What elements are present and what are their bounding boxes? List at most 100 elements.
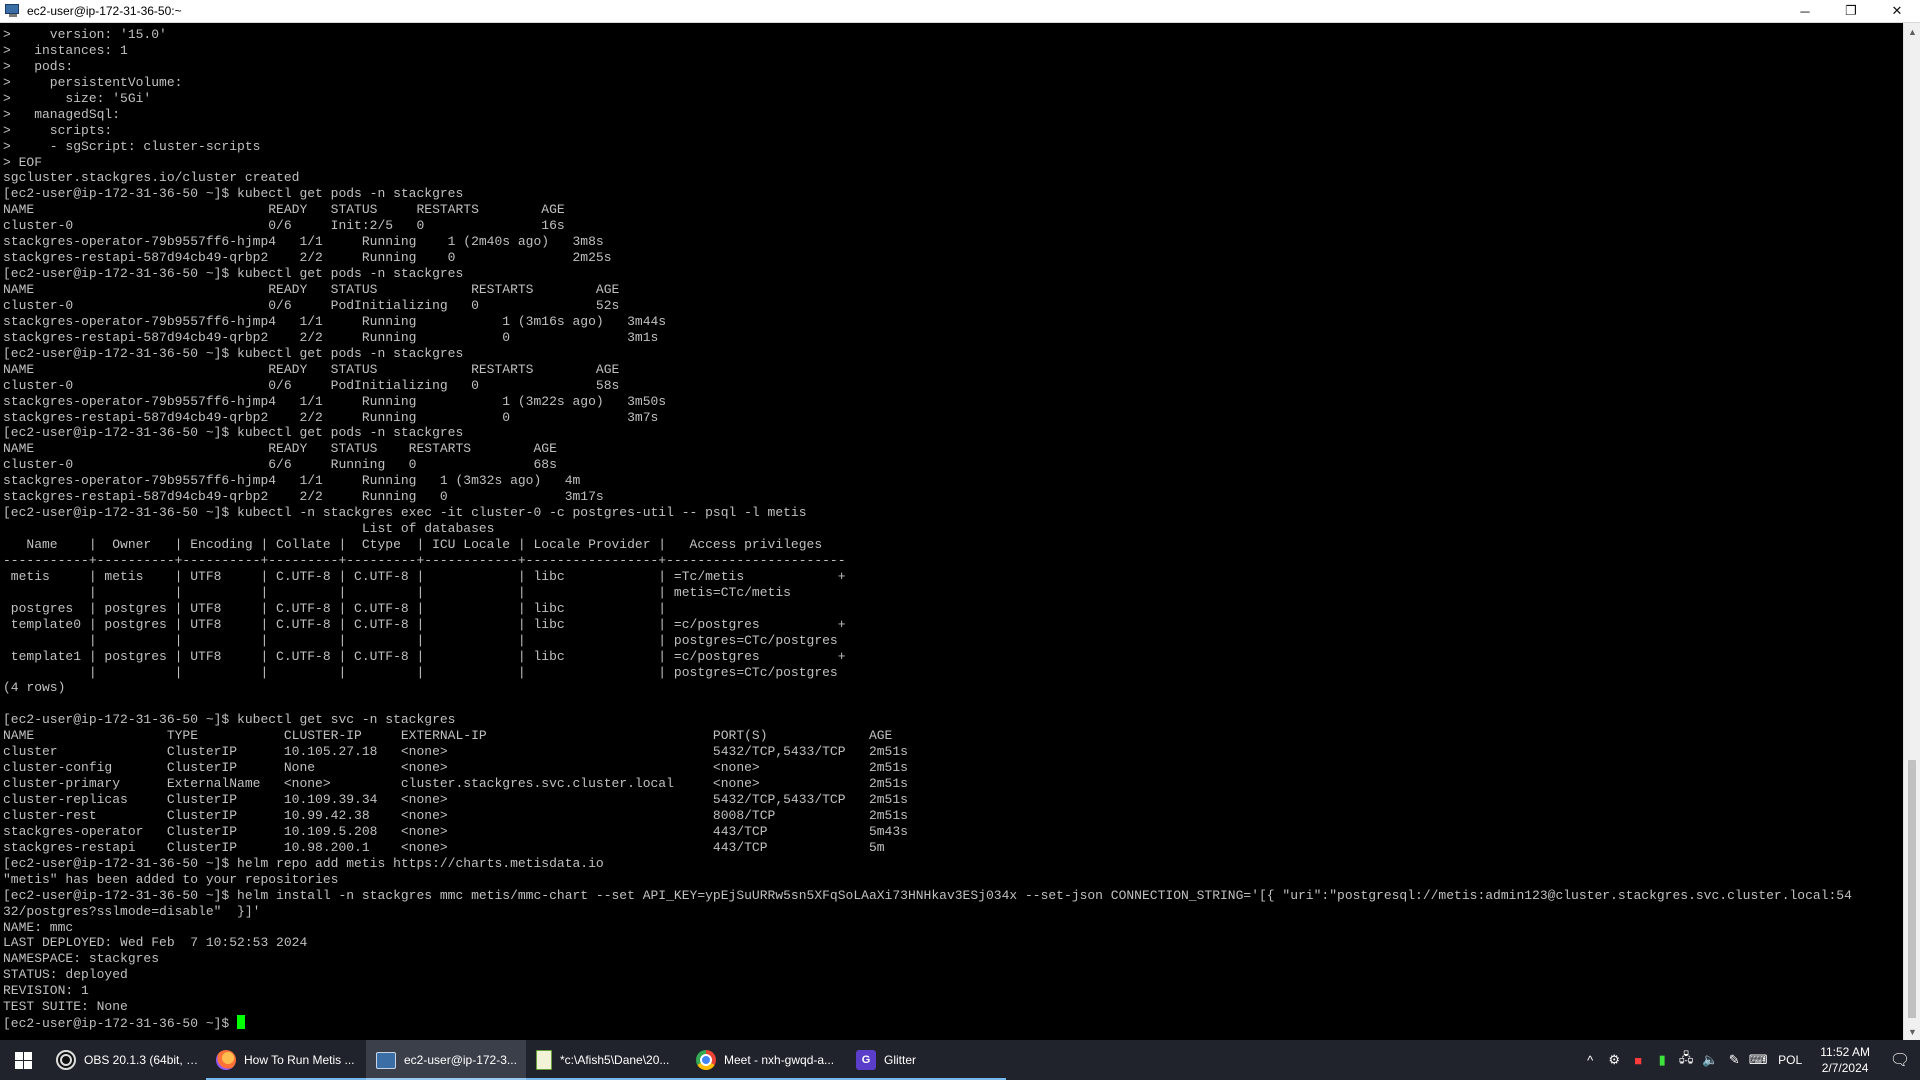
clock-date: 2/7/2024 (1821, 1061, 1869, 1075)
terminal-line: [ec2-user@ip-172-31-36-50 ~]$ kubectl ge… (3, 712, 456, 728)
terminal-line: sgcluster.stackgres.io/cluster created (3, 170, 300, 186)
terminal-line: (4 rows) (3, 680, 66, 696)
start-button[interactable] (0, 1040, 46, 1080)
terminal-line: cluster-0 0/6 PodInitializing 0 58s (3, 377, 620, 393)
terminal-line: metis | metis | UTF8 | C.UTF-8 | C.UTF-8… (3, 568, 846, 584)
taskbar-item-label: How To Run Metis ... (244, 1053, 355, 1067)
terminal-line: stackgres-restapi ClusterIP 10.98.200.1 … (3, 839, 885, 855)
terminal-line: TEST SUITE: None (3, 999, 128, 1015)
terminal-line: stackgres-operator-79b9557ff6-hjmp4 1/1 … (3, 234, 604, 250)
terminal-line: template0 | postgres | UTF8 | C.UTF-8 | … (3, 616, 846, 632)
terminal-line: > pods: (3, 58, 74, 74)
terminal-prompt-line[interactable]: [ec2-user@ip-172-31-36-50 ~]$ (3, 1015, 1903, 1031)
battery-icon[interactable]: ▮ (1650, 1040, 1674, 1080)
taskbar-item-glitter[interactable]: G Glitter (846, 1040, 1006, 1080)
taskbar-item-terminal[interactable]: ec2-user@ip-172-3... (366, 1040, 526, 1080)
input-language[interactable]: POL (1770, 1053, 1810, 1067)
terminal-line: stackgres-restapi-587d94cb49-qrbp2 2/2 R… (3, 489, 604, 505)
notepad-icon (536, 1050, 552, 1070)
terminal-line: stackgres-restapi-587d94cb49-qrbp2 2/2 R… (3, 329, 659, 345)
clock[interactable]: 11:52 AM 2/7/2024 (1810, 1044, 1880, 1076)
terminal-line: stackgres-operator-79b9557ff6-hjmp4 1/1 … (3, 473, 581, 489)
close-button[interactable]: ✕ (1874, 0, 1920, 23)
terminal-line: > instances: 1 (3, 42, 128, 58)
terminal-line: cluster-0 0/6 PodInitializing 0 52s (3, 297, 620, 313)
windows-logo-icon (14, 1051, 32, 1069)
scrollbar-thumb[interactable] (1908, 760, 1916, 1018)
terminal-line: stackgres-operator ClusterIP 10.109.5.20… (3, 823, 908, 839)
terminal-line: [ec2-user@ip-172-31-36-50 ~]$ kubectl ge… (3, 266, 464, 282)
terminal-scrollbar[interactable]: ▲ ▼ (1903, 23, 1920, 1040)
terminal-line: | | | | | | | postgres=CTc/postgres (3, 664, 838, 680)
terminal-line: STATUS: deployed (3, 967, 128, 983)
terminal-line: NAMESPACE: stackgres (3, 951, 160, 967)
obs-icon (56, 1050, 76, 1070)
taskbar-item-label: Meet - nxh-gwqd-a... (724, 1053, 835, 1067)
terminal-line: [ec2-user@ip-172-31-36-50 ~]$ kubectl ge… (3, 425, 464, 441)
terminal-line: [ec2-user@ip-172-31-36-50 ~]$ kubectl ge… (3, 345, 464, 361)
taskbar-item-firefox[interactable]: How To Run Metis ... (206, 1040, 366, 1080)
show-hidden-icons-chevron-icon[interactable]: ^ (1578, 1040, 1602, 1080)
terminal-line: NAME READY STATUS RESTARTS AGE (3, 361, 620, 377)
volume-muted-icon[interactable]: 🔈 (1698, 1040, 1722, 1080)
terminal-line: NAME READY STATUS RESTARTS AGE (3, 282, 620, 297)
notification-app-icon[interactable]: ■ (1626, 1040, 1650, 1080)
terminal-line: NAME: mmc (3, 919, 74, 935)
app-tray-icon[interactable]: ⚙ (1602, 1040, 1626, 1080)
scroll-down-icon[interactable]: ▼ (1904, 1023, 1920, 1040)
terminal-line: cluster-rest ClusterIP 10.99.42.38 <none… (3, 807, 908, 823)
maximize-button[interactable]: ❐ (1828, 0, 1874, 23)
taskbar-item-label: ec2-user@ip-172-3... (404, 1053, 517, 1067)
terminal-line: cluster-config ClusterIP None <none> <no… (3, 760, 908, 776)
terminal-line: [ec2-user@ip-172-31-36-50 ~]$ kubectl ge… (3, 186, 464, 202)
terminal-line: > version: '15.0' (3, 27, 167, 42)
terminal-line: | | | | | | | metis=CTc/metis (3, 584, 791, 600)
scroll-up-icon[interactable]: ▲ (1904, 23, 1920, 40)
keyboard-icon[interactable]: ⌨ (1746, 1040, 1770, 1080)
glitter-icon: G (856, 1050, 876, 1070)
taskbar-item-label: Glitter (884, 1053, 917, 1067)
terminal-line: stackgres-restapi-587d94cb49-qrbp2 2/2 R… (3, 250, 612, 266)
terminal-line: postgres | postgres | UTF8 | C.UTF-8 | C… (3, 600, 667, 616)
terminal-line: List of databases (3, 521, 495, 537)
terminal-line: Name | Owner | Encoding | Collate | Ctyp… (3, 537, 823, 552)
terminal-line: [ec2-user@ip-172-31-36-50 ~]$ kubectl -n… (3, 505, 807, 521)
taskbar-item-label: OBS 20.1.3 (64bit, w... (84, 1053, 204, 1067)
taskbar-item-chrome[interactable]: Meet - nxh-gwqd-a... (686, 1040, 846, 1080)
terminal-line: > size: '5Gi' (3, 90, 152, 106)
terminal-line: -----------+----------+----------+------… (3, 552, 846, 568)
terminal-line: cluster-0 0/6 Init:2/5 0 16s (3, 218, 565, 234)
taskbar-item-obs[interactable]: OBS 20.1.3 (64bit, w... (46, 1040, 206, 1080)
minimize-button[interactable]: ─ (1782, 0, 1828, 23)
network-icon[interactable]: 🖧 (1674, 1040, 1698, 1080)
terminal-line: NAME READY STATUS RESTARTS AGE (3, 202, 565, 218)
system-tray: ^ ⚙ ■ ▮ 🖧 🔈 ✎ ⌨ POL 11:52 AM 2/7/2024 🗨 (1578, 1040, 1920, 1080)
window-title: ec2-user@ip-172-31-36-50:~ (27, 4, 182, 18)
taskbar: OBS 20.1.3 (64bit, w... How To Run Metis… (0, 1040, 1920, 1080)
terminal-line: REVISION: 1 (3, 983, 89, 999)
terminal-line: stackgres-operator-79b9557ff6-hjmp4 1/1 … (3, 313, 667, 329)
terminal-line: > EOF (3, 154, 43, 170)
clock-time: 11:52 AM (1820, 1045, 1870, 1059)
terminal-line: 32/postgres?sslmode=disable" }]' (3, 903, 261, 919)
terminal-line: LAST DEPLOYED: Wed Feb 7 10:52:53 2024 (3, 935, 308, 951)
taskbar-item-notepad[interactable]: *c:\Afish5\Dane\20... (526, 1040, 686, 1080)
terminal-line: template1 | postgres | UTF8 | C.UTF-8 | … (3, 648, 846, 664)
terminal-line: cluster-0 6/6 Running 0 68s (3, 457, 557, 473)
terminal-line: > scripts: (3, 122, 113, 138)
terminal-icon (376, 1051, 396, 1069)
terminal-lines: > version: '15.0' > instances: 1 > pods: > … (0, 23, 1903, 1031)
chrome-icon (696, 1050, 716, 1070)
terminal-line: [ec2-user@ip-172-31-36-50 ~]$ helm repo … (3, 855, 604, 871)
terminal-prompt: [ec2-user@ip-172-31-36-50 ~]$ (3, 1016, 238, 1032)
terminal-line: NAME TYPE CLUSTER-IP EXTERNAL-IP PORT(S)… (3, 728, 893, 744)
pen-icon[interactable]: ✎ (1722, 1040, 1746, 1080)
terminal-app-icon (5, 4, 21, 18)
terminal-line: "metis" has been added to your repositor… (3, 871, 339, 887)
terminal-line: > managedSql: (3, 106, 121, 122)
terminal-output[interactable]: > version: '15.0' > instances: 1 > pods: > … (0, 23, 1903, 1040)
action-center-icon[interactable]: 🗨 (1880, 1040, 1920, 1080)
terminal-line: > - sgScript: cluster-scripts (3, 138, 261, 154)
terminal-line: > persistentVolume: (3, 74, 183, 90)
